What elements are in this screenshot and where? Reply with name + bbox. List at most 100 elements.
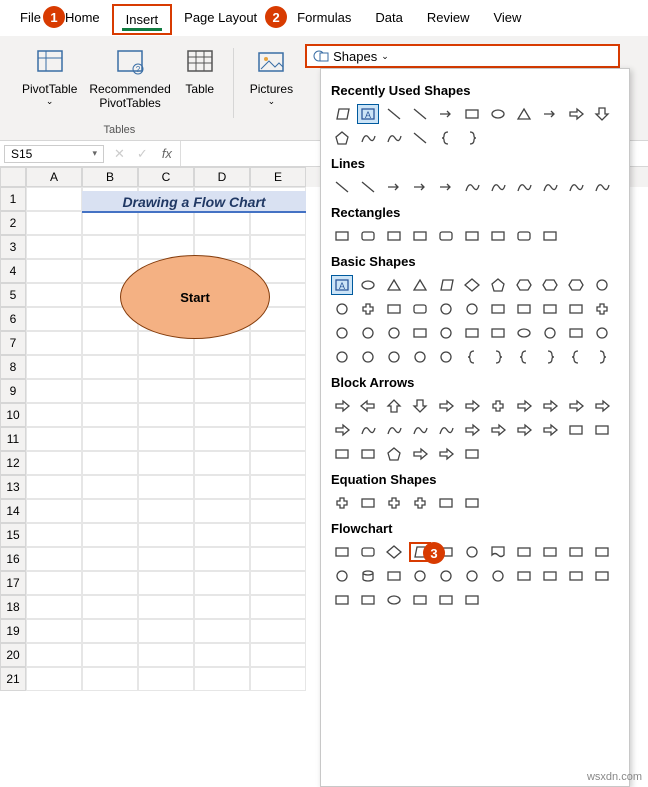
shape-para[interactable] [435, 275, 457, 295]
shape-rect[interactable] [565, 542, 587, 562]
shape-rect[interactable] [357, 493, 379, 513]
shape-curve[interactable] [513, 177, 535, 197]
shape-tri[interactable] [409, 275, 431, 295]
shape-plus[interactable] [487, 396, 509, 416]
tab-insert[interactable]: Insert [112, 4, 173, 35]
shape-rect[interactable] [331, 542, 353, 562]
cell[interactable] [82, 403, 138, 427]
row-header[interactable]: 10 [0, 403, 26, 427]
cell[interactable] [250, 547, 306, 571]
cell[interactable] [138, 643, 194, 667]
shape-plus[interactable] [383, 493, 405, 513]
row-header[interactable]: 13 [0, 475, 26, 499]
shape-rarrow[interactable] [539, 420, 561, 440]
shape-bra[interactable] [461, 347, 483, 367]
cell[interactable] [138, 403, 194, 427]
shape-rect[interactable] [565, 323, 587, 343]
shape-rect[interactable] [383, 226, 405, 246]
cell[interactable] [82, 331, 138, 355]
cell[interactable] [26, 595, 82, 619]
cell[interactable] [138, 499, 194, 523]
tab-pagelayout[interactable]: Page Layout [172, 4, 269, 35]
shape-rect[interactable] [357, 590, 379, 610]
shape-diam[interactable] [461, 275, 483, 295]
shape-circ[interactable] [357, 347, 379, 367]
shape-curve[interactable] [357, 420, 379, 440]
shape-rarrow[interactable] [539, 396, 561, 416]
cell[interactable] [194, 667, 250, 691]
cell[interactable] [194, 499, 250, 523]
cell[interactable] [26, 643, 82, 667]
recommended-pivot-button[interactable]: ? Recommended PivotTables [83, 44, 176, 112]
shape-circ[interactable] [435, 299, 457, 319]
shape-arrow[interactable] [383, 177, 405, 197]
fx-button[interactable]: fx [154, 146, 180, 161]
shape-rect[interactable] [539, 299, 561, 319]
cell[interactable] [26, 307, 82, 331]
cell[interactable] [82, 211, 138, 235]
shape-circ[interactable] [539, 323, 561, 343]
shape-circ[interactable] [331, 299, 353, 319]
shape-rect[interactable] [409, 323, 431, 343]
cell[interactable] [194, 451, 250, 475]
shape-rect[interactable] [565, 420, 587, 440]
shape-arrow[interactable] [409, 177, 431, 197]
shape-rect[interactable] [539, 542, 561, 562]
cell[interactable] [26, 667, 82, 691]
shape-brb[interactable] [461, 128, 483, 148]
shape-line[interactable] [331, 177, 353, 197]
shape-curve[interactable] [591, 177, 613, 197]
shape-rect[interactable] [591, 566, 613, 586]
shape-circ[interactable] [331, 323, 353, 343]
shape-rect[interactable] [539, 226, 561, 246]
cell[interactable] [26, 499, 82, 523]
shape-brb[interactable] [487, 347, 509, 367]
shape-circ[interactable] [461, 299, 483, 319]
shape-rarrow[interactable] [435, 396, 457, 416]
shape-txtA[interactable]: A [357, 104, 379, 124]
cell[interactable] [194, 571, 250, 595]
col-C[interactable]: C [138, 167, 194, 187]
cell[interactable] [26, 379, 82, 403]
row-header[interactable]: 14 [0, 499, 26, 523]
merged-title-cell[interactable]: Drawing a Flow Chart [82, 191, 306, 213]
cell[interactable] [250, 355, 306, 379]
shape-plus[interactable] [331, 493, 353, 513]
shape-rect[interactable] [435, 493, 457, 513]
cell[interactable] [138, 211, 194, 235]
cell[interactable] [138, 571, 194, 595]
shape-curve[interactable] [357, 128, 379, 148]
shape-rarrow[interactable] [513, 420, 535, 440]
shape-rect[interactable] [409, 226, 431, 246]
shape-curve[interactable] [383, 420, 405, 440]
cell[interactable] [82, 643, 138, 667]
cell[interactable] [250, 211, 306, 235]
cell[interactable] [82, 379, 138, 403]
cell[interactable] [194, 619, 250, 643]
shape-rect[interactable] [331, 444, 353, 464]
shape-arrow[interactable] [435, 104, 457, 124]
shape-rect[interactable] [409, 590, 431, 610]
cell[interactable] [26, 283, 82, 307]
shape-rarrow[interactable] [565, 104, 587, 124]
shape-bra[interactable] [513, 347, 535, 367]
cell[interactable] [138, 379, 194, 403]
row-header[interactable]: 2 [0, 211, 26, 235]
shape-line[interactable] [357, 177, 379, 197]
cell[interactable] [250, 571, 306, 595]
row-header[interactable]: 6 [0, 307, 26, 331]
cell[interactable] [194, 403, 250, 427]
row-header[interactable]: 19 [0, 619, 26, 643]
shape-rarrow[interactable] [331, 396, 353, 416]
shape-rect[interactable] [461, 323, 483, 343]
shape-rect[interactable] [565, 299, 587, 319]
cell[interactable] [138, 355, 194, 379]
row-header[interactable]: 15 [0, 523, 26, 547]
shape-line[interactable] [383, 104, 405, 124]
enter-icon[interactable]: ✓ [131, 146, 154, 162]
cell[interactable] [138, 427, 194, 451]
row-header[interactable]: 20 [0, 643, 26, 667]
row-header[interactable]: 1 [0, 187, 26, 211]
col-E[interactable]: E [250, 167, 306, 187]
shape-rarrow[interactable] [565, 396, 587, 416]
